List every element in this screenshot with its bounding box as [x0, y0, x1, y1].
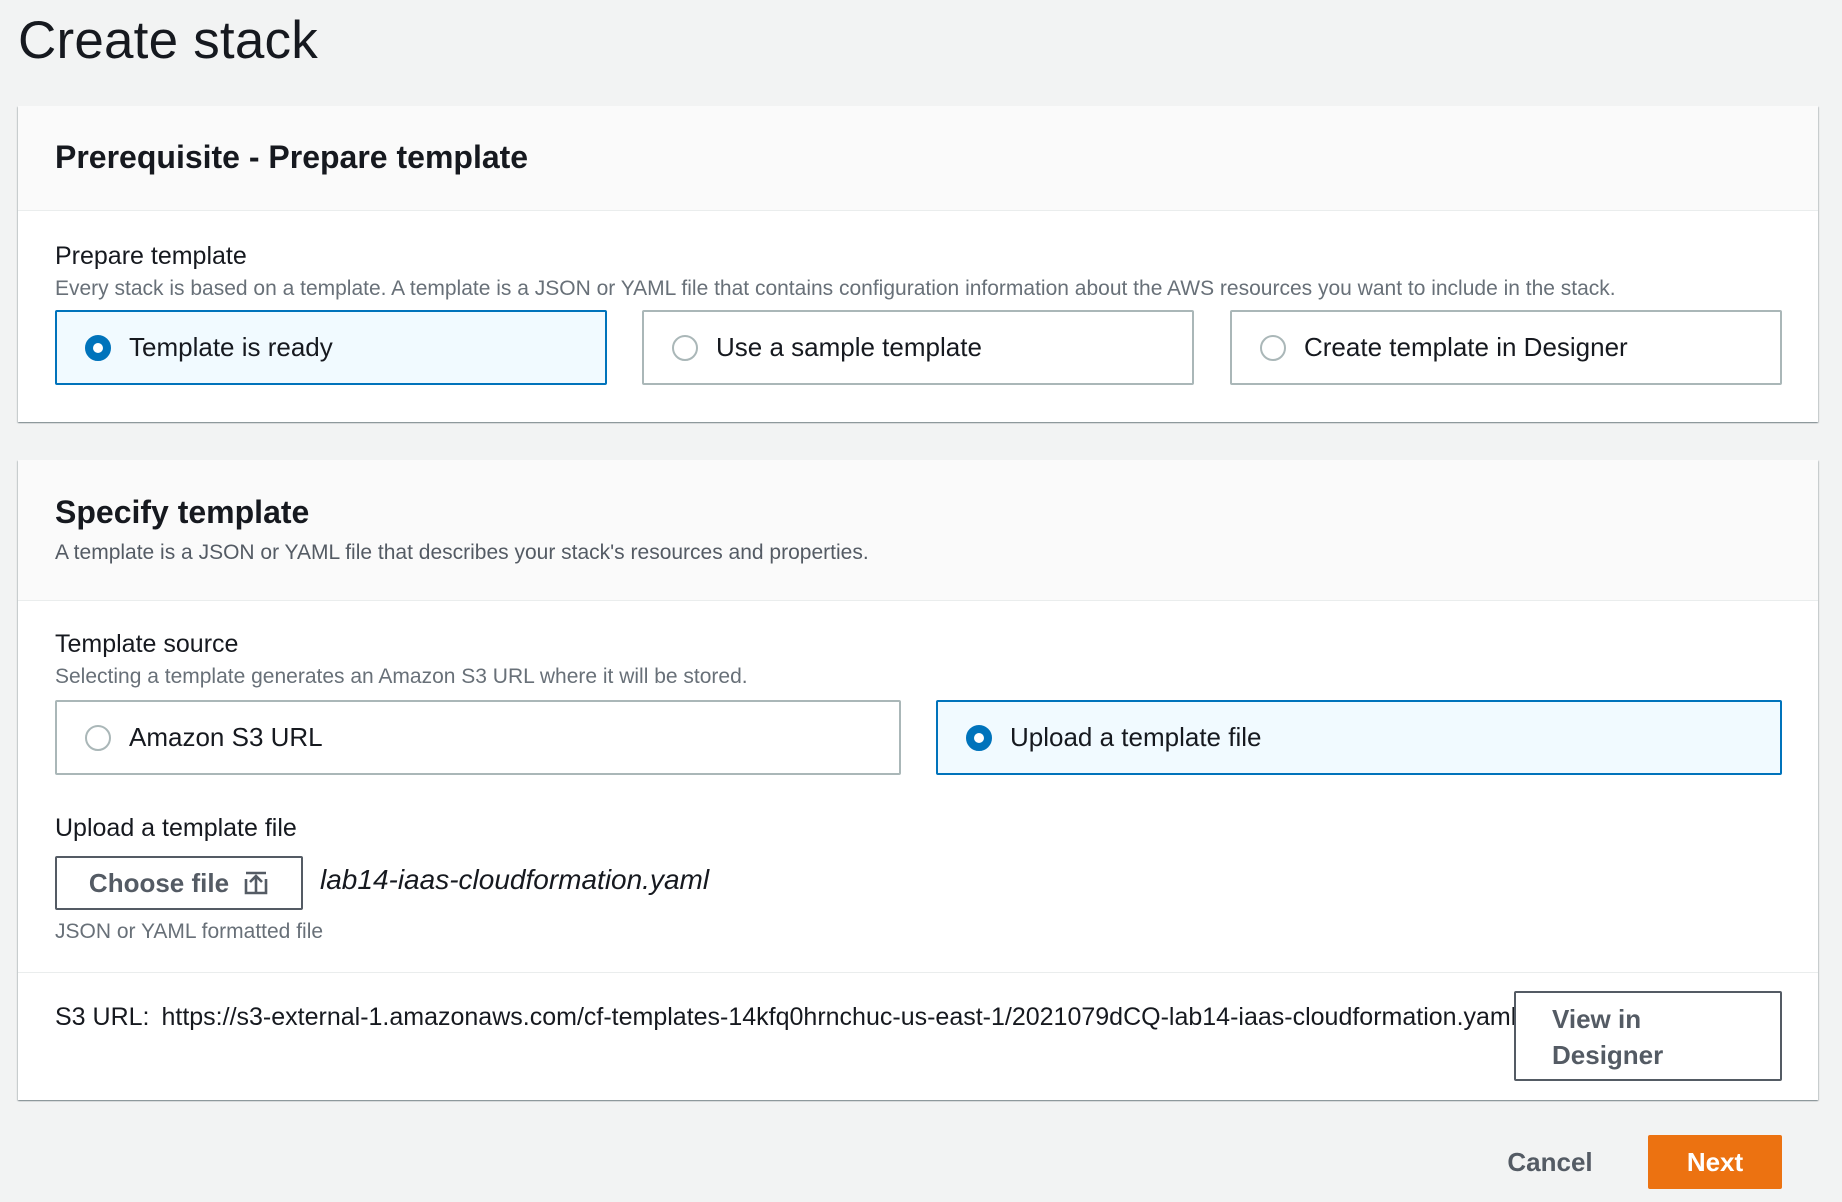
option-create-in-designer[interactable]: Create template in Designer — [1230, 310, 1782, 385]
specify-template-panel-header: Specify template A template is a JSON or… — [18, 460, 1818, 601]
view-in-designer-button[interactable]: View in Designer — [1514, 991, 1782, 1081]
s3-url-row: S3 URL: https://s3-external-1.amazonaws.c… — [18, 972, 1818, 1100]
specify-template-panel: Specify template A template is a JSON or… — [18, 460, 1818, 1100]
choose-file-button[interactable]: Choose file — [55, 856, 303, 910]
upload-icon — [244, 871, 268, 895]
template-source-label: Template source — [55, 630, 239, 658]
prerequisite-panel: Prerequisite - Prepare template Prepare … — [18, 106, 1818, 422]
option-template-is-ready[interactable]: Template is ready — [55, 310, 607, 385]
prepare-template-field: Prepare template Every stack is based on… — [55, 242, 1616, 301]
cancel-button[interactable]: Cancel — [1490, 1135, 1610, 1189]
template-source-description: Selecting a template generates an Amazon… — [55, 665, 748, 688]
upload-file-label: Upload a template file — [55, 814, 297, 842]
prepare-template-label: Prepare template — [55, 242, 247, 270]
radio-unchecked-icon[interactable] — [1260, 334, 1286, 361]
radio-checked-icon[interactable] — [85, 334, 111, 361]
create-stack-page: Create stack Prerequisite - Prepare temp… — [0, 0, 1842, 1202]
option-upload-template-file[interactable]: Upload a template file — [936, 700, 1782, 775]
option-label: Amazon S3 URL — [129, 722, 323, 752]
prepare-template-description: Every stack is based on a template. A te… — [55, 277, 1616, 300]
option-label: Template is ready — [129, 332, 333, 362]
radio-unchecked-icon[interactable] — [672, 334, 698, 361]
prerequisite-heading: Prerequisite - Prepare template — [55, 139, 529, 175]
file-upload-row: Choose file lab14-iaas-cloudformation.ya… — [18, 856, 1818, 912]
s3-url-label: S3 URL: — [55, 1003, 150, 1031]
choose-file-label: Choose file — [88, 867, 230, 898]
next-button[interactable]: Next — [1648, 1135, 1782, 1189]
option-label: Use a sample template — [716, 332, 982, 362]
selected-file-name: lab14-iaas-cloudformation.yaml — [320, 864, 710, 895]
upload-hint: JSON or YAML formatted file — [55, 920, 324, 943]
prerequisite-panel-header: Prerequisite - Prepare template — [18, 106, 1818, 211]
option-amazon-s3-url[interactable]: Amazon S3 URL — [55, 700, 901, 775]
template-source-field: Template source Selecting a template gen… — [55, 630, 748, 689]
radio-checked-icon[interactable] — [966, 724, 992, 751]
option-label: Upload a template file — [1010, 722, 1262, 752]
option-label: Create template in Designer — [1304, 332, 1628, 362]
option-use-sample-template[interactable]: Use a sample template — [642, 310, 1194, 385]
s3-url-value: https://s3-external-1.amazonaws.com/cf-t… — [161, 1003, 1517, 1031]
s3-url-text: S3 URL: https://s3-external-1.amazonaws.c… — [55, 999, 1525, 1035]
specify-template-heading: Specify template — [55, 494, 310, 530]
page-title: Create stack — [18, 11, 318, 70]
specify-template-subheading: A template is a JSON or YAML file that d… — [55, 541, 869, 564]
radio-unchecked-icon[interactable] — [85, 724, 111, 751]
